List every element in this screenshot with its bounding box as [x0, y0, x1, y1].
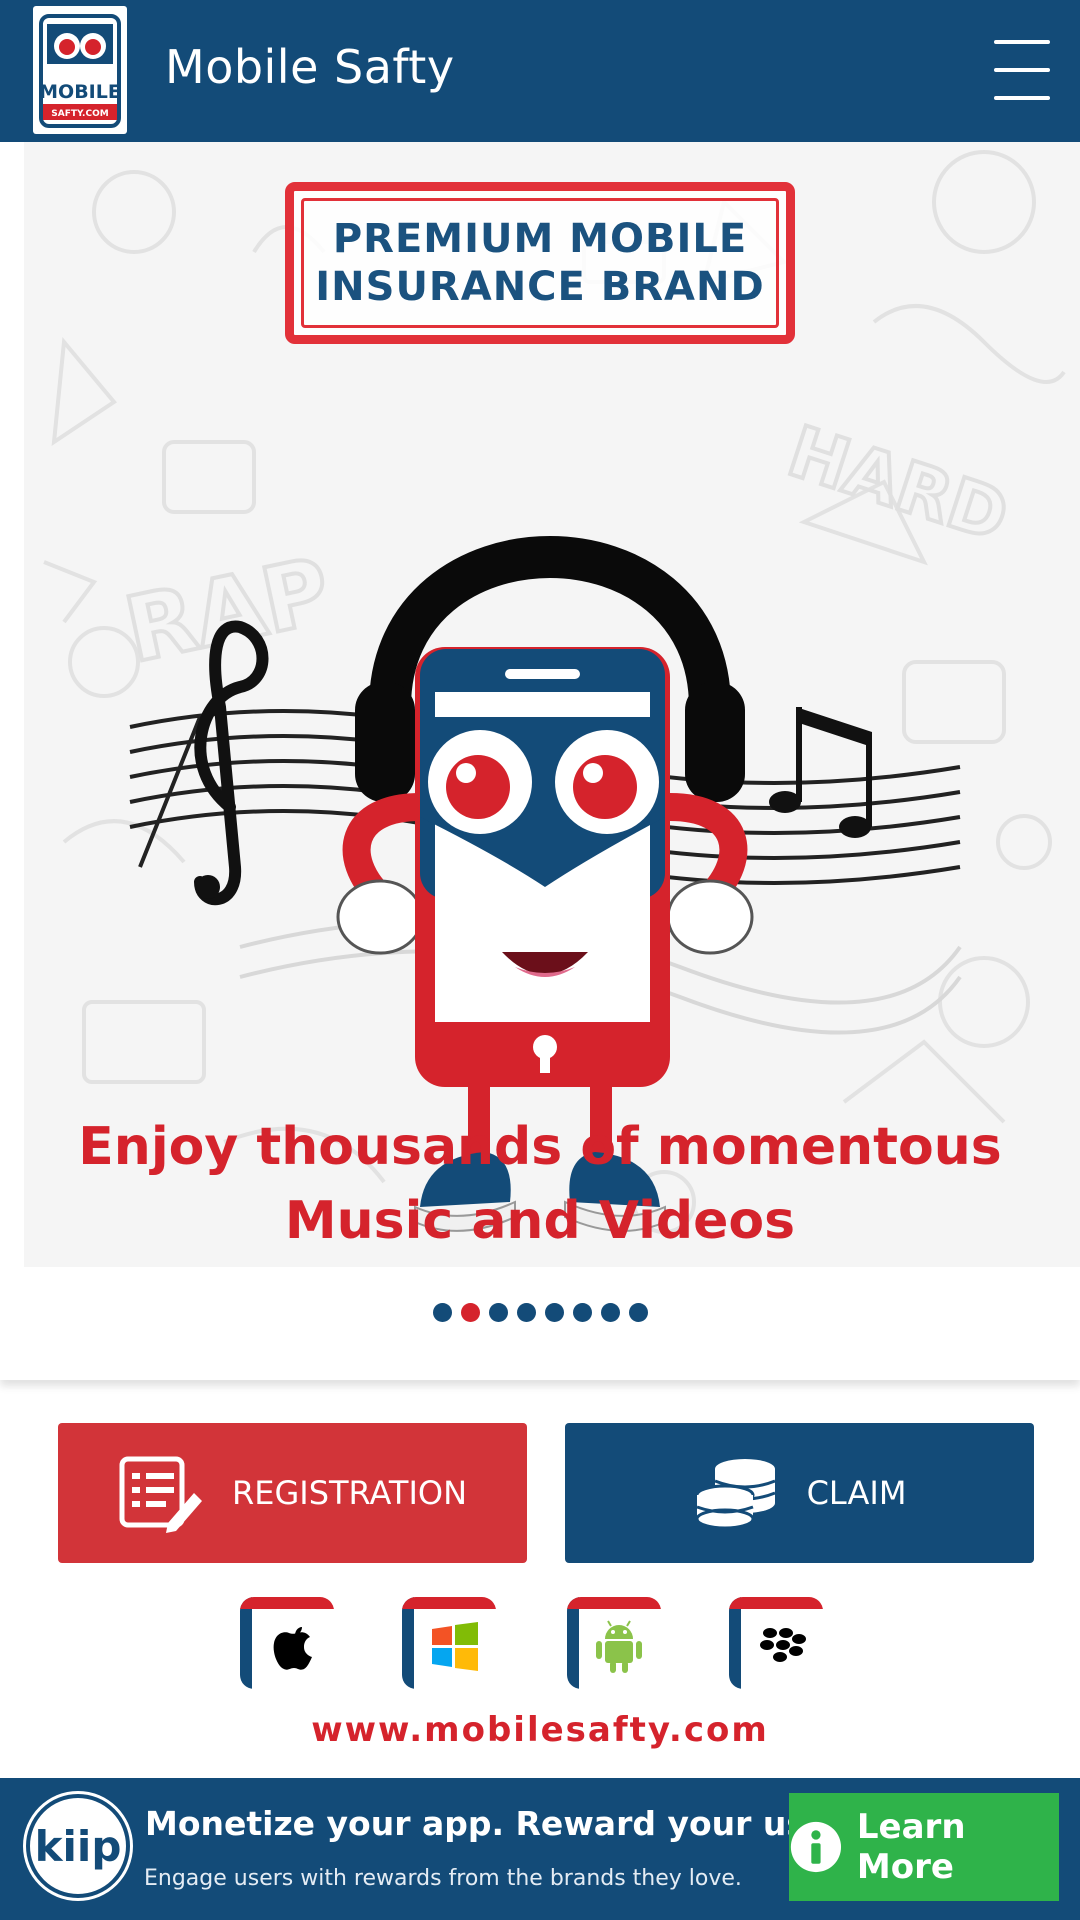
registration-label: REGISTRATION — [232, 1474, 467, 1512]
windows-icon — [432, 1622, 478, 1671]
badge-line-2: INSURANCE BRAND — [315, 264, 765, 310]
learn-more-button[interactable]: Learn More — [789, 1793, 1059, 1901]
android-icon — [596, 1620, 642, 1673]
badge-line-1: PREMIUM MOBILE — [332, 216, 748, 262]
pagination-dot[interactable] — [572, 1303, 592, 1322]
website-link[interactable]: www.mobilesafty.com — [0, 1710, 1080, 1750]
pagination-dot-active[interactable] — [460, 1303, 480, 1322]
app-logo[interactable]: MOBILE SAFTY.COM — [33, 6, 127, 134]
music-note-icon — [769, 707, 872, 838]
pagination-dot[interactable] — [516, 1303, 536, 1322]
hamburger-menu-icon[interactable] — [990, 36, 1052, 104]
hero-headline: Enjoy thousands of momentous Music and V… — [40, 1110, 1040, 1258]
info-icon — [790, 1821, 842, 1873]
kiip-logo: kiip — [26, 1794, 130, 1898]
hero-slider[interactable]: RAP HARD PREMIUM MOBILE INSURANCE BRAND — [0, 142, 1080, 1380]
form-edit-icon — [119, 1456, 202, 1533]
apple-store-link[interactable] — [240, 1597, 334, 1689]
coin-stack-icon — [695, 1459, 776, 1530]
app-title: Mobile Safty — [165, 40, 455, 94]
premium-badge: PREMIUM MOBILE INSURANCE BRAND — [285, 182, 795, 344]
registration-button[interactable]: REGISTRATION — [58, 1423, 527, 1563]
pagination-dot[interactable] — [544, 1303, 564, 1322]
logo-subtext: SAFTY.COM — [51, 109, 108, 119]
ad-title: Monetize your app. Reward your users. — [145, 1804, 877, 1843]
headline-line-1: Enjoy thousands of momentous — [78, 1117, 1002, 1177]
platform-icons — [0, 1597, 1080, 1692]
pagination-dot[interactable] — [488, 1303, 508, 1322]
pagination-dot[interactable] — [628, 1303, 648, 1322]
logo-text: MOBILE — [39, 81, 121, 103]
claim-button[interactable]: CLAIM — [565, 1423, 1034, 1563]
blackberry-icon — [760, 1628, 806, 1662]
headline-line-2: Music and Videos — [284, 1191, 796, 1251]
kiip-logo-text: kiip — [34, 1822, 122, 1871]
android-store-link[interactable] — [567, 1597, 661, 1689]
windows-store-link[interactable] — [402, 1597, 496, 1689]
learn-more-label: Learn More — [856, 1807, 966, 1887]
ad-banner[interactable]: kiip Monetize your app. Reward your user… — [0, 1778, 1080, 1920]
claim-label: CLAIM — [806, 1474, 907, 1512]
apple-icon — [273, 1627, 312, 1670]
pagination-dot[interactable] — [600, 1303, 620, 1322]
blackberry-store-link[interactable] — [729, 1597, 823, 1689]
pagination-dot[interactable] — [432, 1303, 452, 1322]
ad-subtitle: Engage users with rewards from the brand… — [144, 1866, 742, 1891]
app-header: MOBILE SAFTY.COM Mobile Safty — [0, 0, 1080, 142]
slider-pagination — [0, 1303, 1080, 1322]
